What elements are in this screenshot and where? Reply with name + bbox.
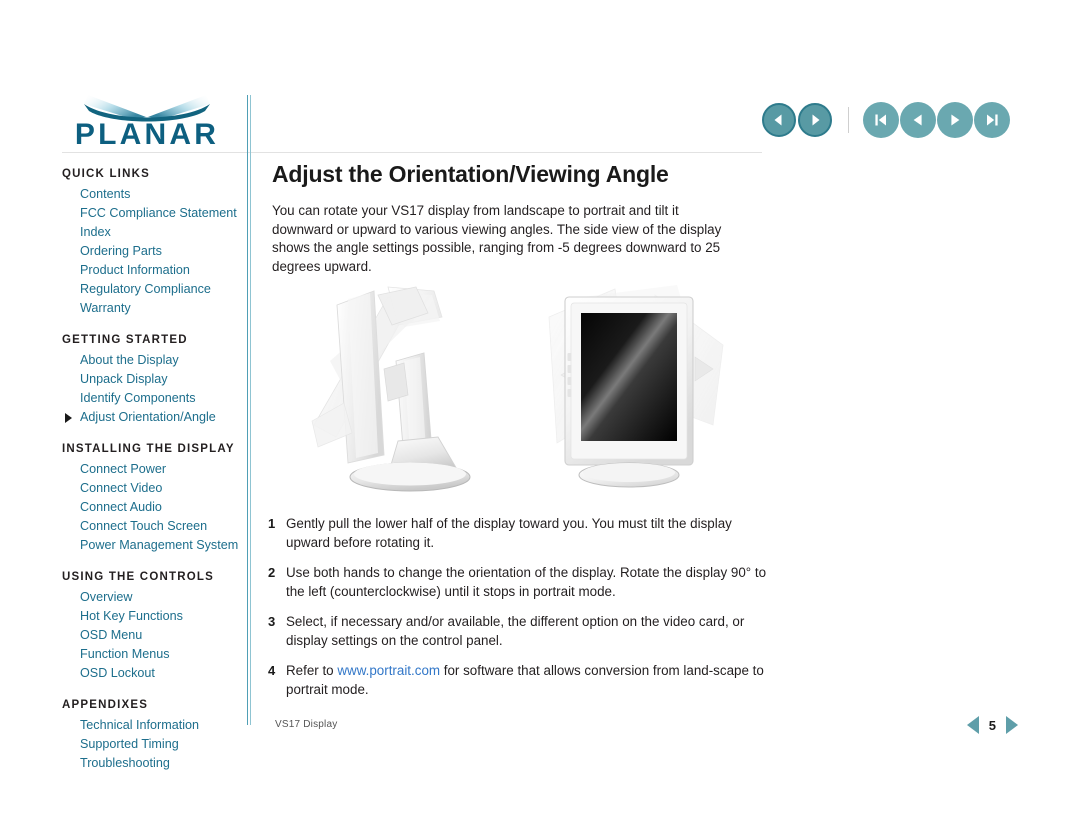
sidebar-item-identify-components[interactable]: Identify Components bbox=[62, 389, 242, 408]
sidebar-item-fcc-compliance-statement[interactable]: FCC Compliance Statement bbox=[62, 204, 242, 223]
nav-separator bbox=[848, 107, 849, 133]
step-number: 1 bbox=[268, 516, 276, 531]
back-arrow-button[interactable] bbox=[762, 103, 796, 137]
step-text-with-link: Refer to www.portrait.com for software t… bbox=[286, 662, 768, 699]
sidebar-content-divider bbox=[247, 95, 252, 725]
sidebar-item-hot-key-functions[interactable]: Hot Key Functions bbox=[62, 607, 242, 626]
step-item: 4 Refer to www.portrait.com for software… bbox=[268, 662, 768, 699]
sidebar-item-contents[interactable]: Contents bbox=[62, 185, 242, 204]
document-page: PLANAR QUICK LINKS Contents FCC Complian… bbox=[0, 0, 1080, 834]
next-page-icon bbox=[951, 114, 960, 126]
sidebar-item-warranty[interactable]: Warranty bbox=[62, 299, 242, 318]
sidebar-section-heading-using-the-controls: USING THE CONTROLS bbox=[62, 571, 214, 583]
figure-monitor-portrait bbox=[527, 275, 742, 500]
sidebar-item-function-menus[interactable]: Function Menus bbox=[62, 645, 242, 664]
last-page-icon bbox=[987, 114, 998, 126]
svg-text:PLANAR: PLANAR bbox=[75, 118, 219, 148]
page-number: 5 bbox=[988, 717, 996, 733]
step-item: 1 Gently pull the lower half of the disp… bbox=[268, 515, 768, 552]
page-nav-group bbox=[863, 102, 1011, 138]
sidebar-item-adjust-orientation-angle[interactable]: Adjust Orientation/Angle bbox=[62, 408, 242, 427]
document-footer-label: VS17 Display bbox=[275, 719, 338, 730]
planar-logo: PLANAR bbox=[62, 92, 232, 148]
sidebar-item-connect-power[interactable]: Connect Power bbox=[62, 460, 242, 479]
sidebar-item-osd-menu[interactable]: OSD Menu bbox=[62, 626, 242, 645]
top-navigation-bar bbox=[762, 100, 1011, 140]
sidebar-item-about-the-display[interactable]: About the Display bbox=[62, 351, 242, 370]
step-text: Select, if necessary and/or available, t… bbox=[286, 614, 745, 648]
step-item: 2 Use both hands to change the orientati… bbox=[268, 564, 768, 601]
pager-previous-icon[interactable] bbox=[966, 716, 979, 734]
previous-page-icon bbox=[913, 114, 922, 126]
planar-logo-svg: PLANAR bbox=[75, 95, 219, 148]
sidebar-item-product-information[interactable]: Product Information bbox=[62, 261, 242, 280]
page-title: Adjust the Orientation/Viewing Angle bbox=[272, 161, 669, 187]
illustration-group bbox=[272, 265, 772, 505]
step-number: 2 bbox=[268, 565, 276, 580]
history-nav-group bbox=[762, 103, 834, 137]
forward-arrow-icon bbox=[812, 114, 820, 126]
sidebar-item-ordering-parts[interactable]: Ordering Parts bbox=[62, 242, 242, 261]
header-divider-rule bbox=[62, 152, 762, 153]
pager-next-icon[interactable] bbox=[1006, 716, 1018, 734]
sidebar-item-osd-lockout[interactable]: OSD Lockout bbox=[62, 664, 242, 683]
back-arrow-icon bbox=[774, 114, 782, 126]
step-number: 4 bbox=[268, 663, 276, 678]
previous-page-button[interactable] bbox=[900, 102, 936, 138]
sidebar-item-supported-timing[interactable]: Supported Timing bbox=[62, 735, 242, 754]
step-item: 3 Select, if necessary and/or available,… bbox=[268, 613, 768, 650]
sidebar-section-heading-getting-started: GETTING STARTED bbox=[62, 334, 188, 346]
sidebar-navigation: QUICK LINKS Contents FCC Compliance Stat… bbox=[62, 166, 242, 773]
sidebar-item-overview[interactable]: Overview bbox=[62, 588, 242, 607]
first-page-button[interactable] bbox=[863, 102, 899, 138]
sidebar-item-index[interactable]: Index bbox=[62, 223, 242, 242]
last-page-button[interactable] bbox=[974, 102, 1010, 138]
sidebar-section-heading-quick-links: QUICK LINKS bbox=[62, 168, 150, 180]
sidebar-item-troubleshooting[interactable]: Troubleshooting bbox=[62, 754, 242, 773]
step-text-before: Refer to bbox=[286, 663, 338, 678]
sidebar-item-regulatory-compliance[interactable]: Regulatory Compliance bbox=[62, 280, 242, 299]
sidebar-item-power-management-system[interactable]: Power Management System bbox=[62, 536, 242, 555]
monitor-tilt-svg bbox=[311, 286, 471, 492]
first-page-icon bbox=[875, 114, 886, 126]
figure-monitor-tilt-side-view bbox=[292, 265, 502, 500]
sidebar-item-connect-touch-screen[interactable]: Connect Touch Screen bbox=[62, 517, 242, 536]
forward-arrow-button[interactable] bbox=[798, 103, 832, 137]
sidebar-item-connect-video[interactable]: Connect Video bbox=[62, 479, 242, 498]
sidebar-item-connect-audio[interactable]: Connect Audio bbox=[62, 498, 242, 517]
step-number: 3 bbox=[268, 614, 276, 629]
portrait-com-link[interactable]: www.portrait.com bbox=[337, 663, 440, 678]
step-text: Use both hands to change the orientation… bbox=[286, 565, 767, 599]
main-content: Adjust the Orientation/Viewing Angle You… bbox=[272, 160, 972, 276]
monitor-portrait-svg bbox=[548, 285, 724, 488]
next-page-button[interactable] bbox=[937, 102, 973, 138]
sidebar-item-technical-information[interactable]: Technical Information bbox=[62, 716, 242, 735]
sidebar-section-heading-installing-the-display: INSTALLING THE DISPLAY bbox=[62, 443, 235, 455]
instruction-steps-list: 1 Gently pull the lower half of the disp… bbox=[268, 515, 768, 711]
step-text: Gently pull the lower half of the displa… bbox=[286, 516, 732, 550]
page-pager: 5 bbox=[966, 714, 1018, 736]
sidebar-section-heading-appendixes: APPENDIXES bbox=[62, 699, 149, 711]
sidebar-item-unpack-display[interactable]: Unpack Display bbox=[62, 370, 242, 389]
